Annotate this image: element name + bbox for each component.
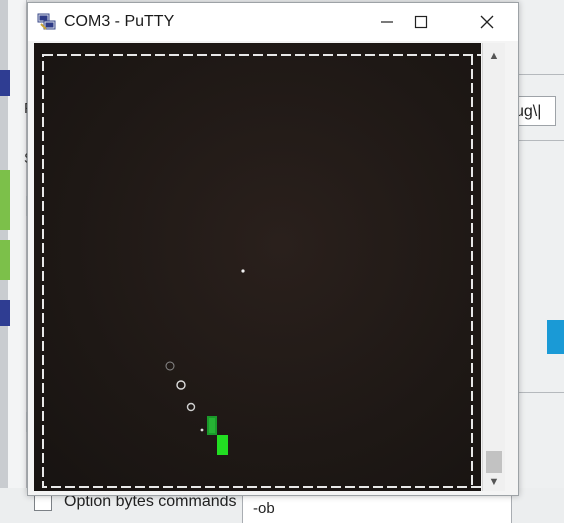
option-bytes-input[interactable] xyxy=(242,492,512,523)
game-board xyxy=(42,54,481,488)
terminal-scrollbar[interactable]: ▲ ▼ xyxy=(482,43,505,491)
putty-titlebar[interactable]: COM3 - PuTTY xyxy=(28,3,518,41)
close-icon xyxy=(480,15,494,29)
window-title: COM3 - PuTTY xyxy=(64,13,175,30)
maximize-icon xyxy=(414,15,428,29)
trail-ring xyxy=(176,380,186,390)
background-blue-marker xyxy=(0,70,10,96)
minimize-icon xyxy=(381,21,393,23)
maximize-button[interactable] xyxy=(406,9,436,35)
desktop-screen: F S ug\| Option bytes commands COM3 - Pu… xyxy=(0,0,564,523)
trail-ring xyxy=(186,402,196,412)
putty-window: COM3 - PuTTY ▲ ▼ xyxy=(27,2,519,496)
putty-icon xyxy=(37,12,57,32)
trail-dot xyxy=(200,428,204,432)
scroll-up-button[interactable]: ▲ xyxy=(483,47,505,65)
minimize-button[interactable] xyxy=(372,9,402,35)
trail-ring xyxy=(165,361,175,371)
chevron-down-icon: ▼ xyxy=(488,476,500,488)
background-left-panel xyxy=(8,0,27,523)
chevron-up-icon: ▲ xyxy=(488,50,500,62)
background-blue-marker xyxy=(0,300,10,326)
background-blue-button[interactable] xyxy=(547,320,564,354)
food-dot xyxy=(241,269,245,273)
scroll-down-button[interactable]: ▼ xyxy=(483,473,505,491)
background-green-marker xyxy=(0,240,10,280)
snake-head xyxy=(217,435,228,455)
background-green-marker xyxy=(0,170,10,230)
scroll-thumb[interactable] xyxy=(486,451,502,473)
terminal-screen[interactable] xyxy=(34,43,481,491)
close-button[interactable] xyxy=(472,9,502,35)
game-border xyxy=(42,54,481,488)
